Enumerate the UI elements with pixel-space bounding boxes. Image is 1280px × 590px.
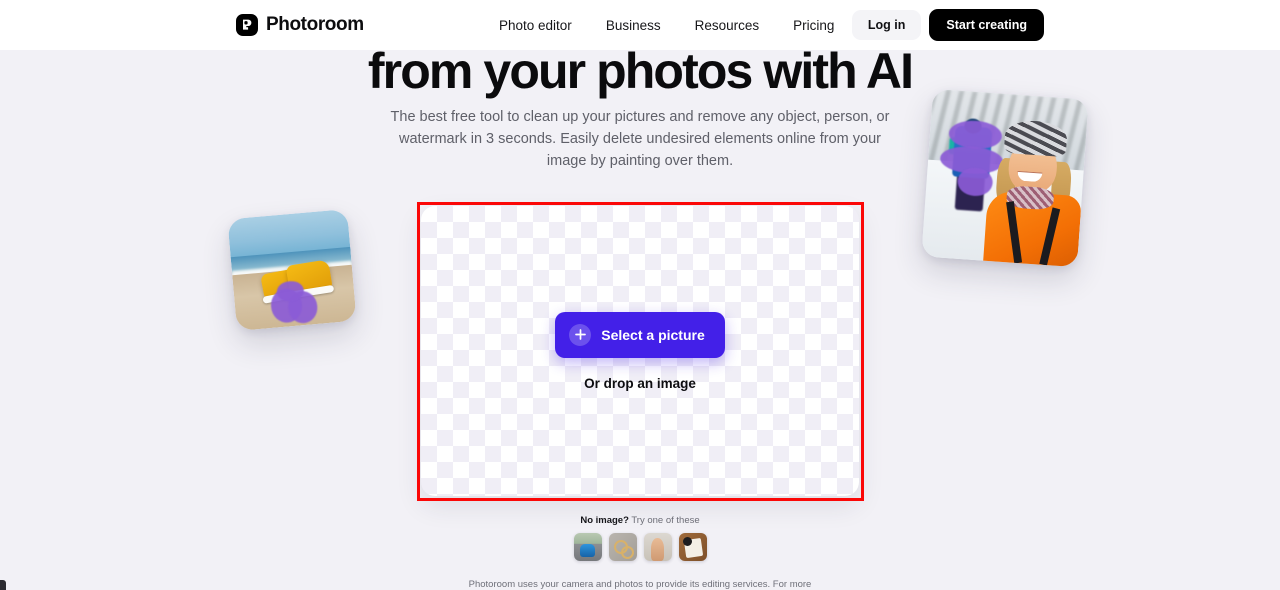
- decor-photo-winter-hiker: [921, 88, 1089, 268]
- corner-widget-sliver[interactable]: [0, 580, 6, 590]
- privacy-note: Photoroom uses your camera and photos to…: [468, 579, 812, 590]
- start-creating-button[interactable]: Start creating: [929, 9, 1044, 41]
- site-header: Photoroom Photo editor Business Resource…: [0, 0, 1280, 50]
- photoroom-landing-page: Photoroom Photo editor Business Resource…: [0, 0, 1280, 590]
- nav-item-photo-editor[interactable]: Photo editor: [499, 18, 572, 33]
- nav-item-business[interactable]: Business: [606, 18, 661, 33]
- sample-thumbnail-gold-rings[interactable]: [608, 533, 637, 561]
- nav-item-pricing[interactable]: Pricing: [793, 18, 834, 33]
- page-title: from your photos with AI: [367, 43, 914, 99]
- sample-images-section: No image? Try one of these: [0, 515, 1280, 561]
- hero-subtitle: The best free tool to clean up your pict…: [390, 109, 890, 169]
- brand-name: Photoroom: [266, 14, 364, 35]
- sample-thumbnail-notebook[interactable]: [678, 533, 707, 561]
- brand-logo[interactable]: Photoroom: [236, 14, 364, 36]
- sample-thumbnail-blue-car[interactable]: [573, 533, 602, 561]
- sample-prompt-bold: No image?: [580, 515, 629, 526]
- sample-prompt-rest: Try one of these: [628, 515, 700, 526]
- log-in-button[interactable]: Log in: [851, 10, 922, 40]
- primary-nav: Photo editor Business Resources Pricing: [499, 18, 834, 33]
- sample-images-prompt: No image? Try one of these: [580, 515, 699, 526]
- sample-thumbnail-list: [573, 533, 707, 561]
- photoroom-logo-icon: [236, 14, 258, 36]
- dropzone-highlight-annotation: [417, 202, 864, 501]
- decor-photo-sneakers: [227, 208, 357, 332]
- sample-thumbnail-woman-portrait[interactable]: [643, 533, 672, 561]
- header-actions: Log in Start creating: [851, 9, 1044, 41]
- nav-item-resources[interactable]: Resources: [695, 18, 760, 33]
